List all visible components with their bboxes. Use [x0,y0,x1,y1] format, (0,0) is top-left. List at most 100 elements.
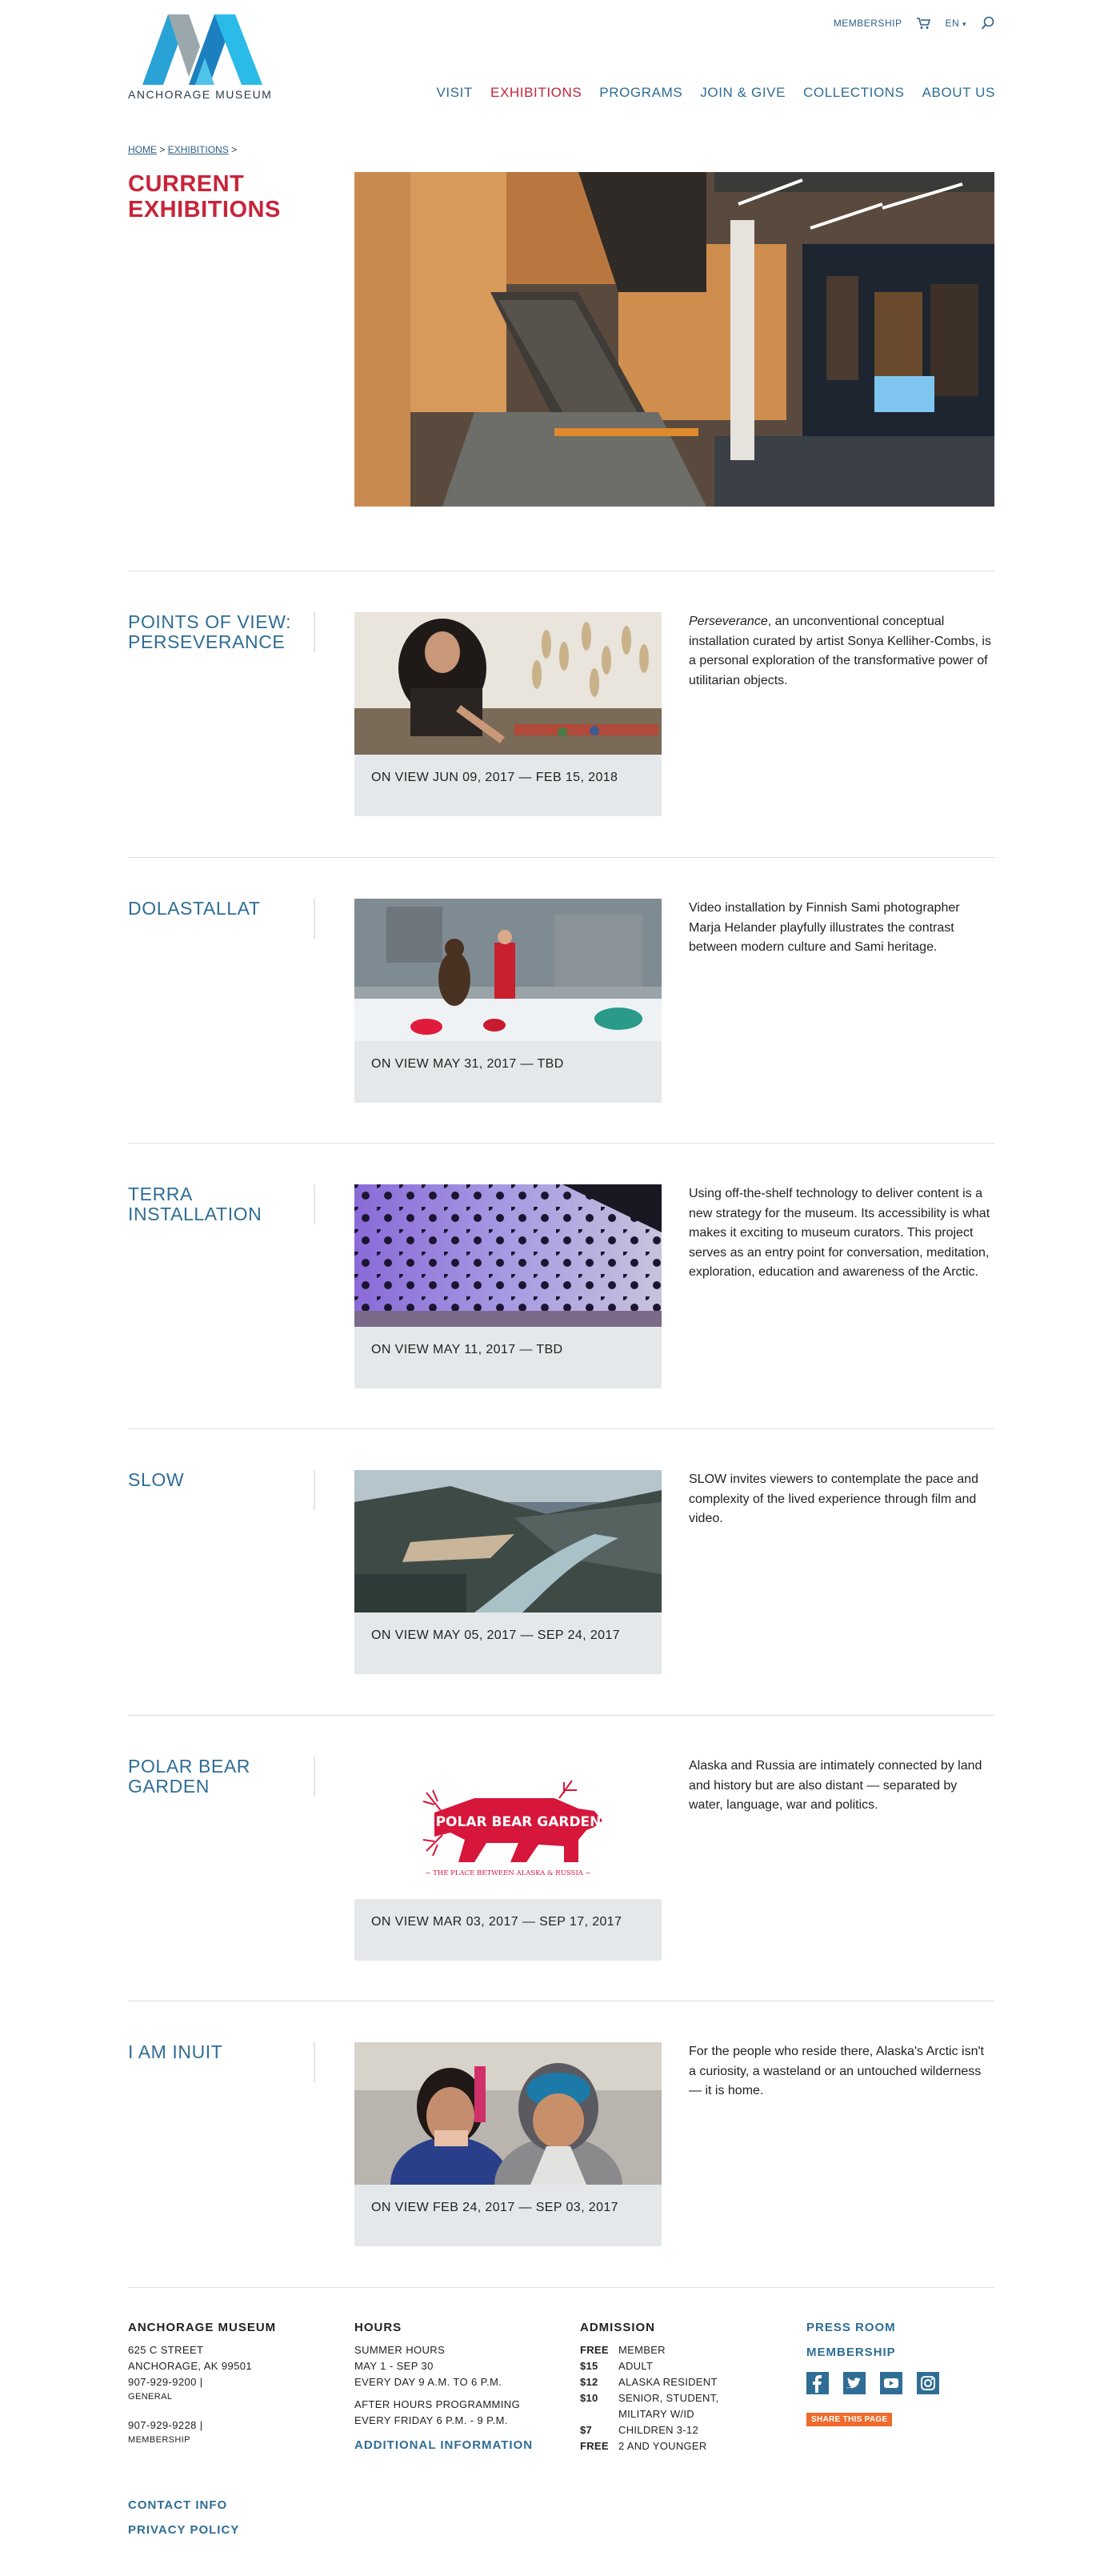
admission-row: $10 SENIOR, STUDENT, MILITARY W/ID [580,2390,788,2422]
footer-links: PRESS ROOM MEMBERSHIP SHARE THIS PAGE [806,2321,994,2426]
youtube-icon[interactable] [880,2372,902,2398]
on-view-dates: ON VIEW MAY 11, 2017 — TBD [371,1343,563,1356]
admission-row: $15 ADULT [580,2358,788,2374]
breadcrumb: HOME > EXHIBITIONS > [128,144,237,155]
exhibition-title[interactable]: POINTS OF VIEW: PERSEVERANCE [128,612,316,652]
title-rule [314,899,315,939]
section-divider [128,1428,994,1429]
footer-heading: ADMISSION [580,2321,656,2334]
footer-heading: ANCHORAGE MUSEUM [128,2321,277,2334]
exhibition-title[interactable]: SLOW [128,1470,316,1490]
on-view-dates: ON VIEW JUN 09, 2017 — FEB 15, 2018 [371,771,618,784]
admission-row: $7 CHILDREN 3-12 [580,2422,788,2438]
exhibition-card[interactable]: ON VIEW MAY 11, 2017 — TBD [354,1184,662,1388]
logo-text: ANCHORAGE MUSEUM [128,88,273,101]
membership-footer-link[interactable]: MEMBERSHIP [806,2346,994,2359]
exhibition-description: Perseverance, an unconventional conceptu… [689,612,994,691]
membership-link[interactable]: MEMBERSHIP [834,18,902,29]
nav-collections[interactable]: COLLECTIONS [803,85,905,101]
exhibition-image [354,1184,662,1327]
social-links [806,2372,994,2398]
page-title: CURRENT EXHIBITIONS [128,171,281,222]
exhibition-image [354,612,662,755]
nav-exhibitions[interactable]: EXHIBITIONS [490,85,582,101]
language-selector[interactable]: EN ▾ [945,18,966,29]
exhibition-item: POLAR BEAR GARDEN POLAR BEAR GARDEN ~ TH… [128,1757,994,1965]
hours-line: EVERY FRIDAY 6 P.M. - 9 P.M. [354,2414,508,2426]
exhibition-card[interactable]: POLAR BEAR GARDEN ~ THE PLACE BETWEEN AL… [354,1757,662,1961]
exhibition-item: SLOW ON VIEW MAY 05, 2017 — SEP 24, 2017… [128,1470,994,1678]
exhibition-card[interactable]: ON VIEW MAY 31, 2017 — TBD [354,899,662,1103]
on-view-dates: ON VIEW FEB 24, 2017 — SEP 03, 2017 [371,2201,618,2214]
cart-icon[interactable] [916,17,931,30]
admission-label: CHILDREN 3-12 [618,2424,698,2436]
exhibition-item: I AM INUIT ON VIEW FEB 24, 2017 — SEP 03… [128,2042,994,2250]
exhibition-title[interactable]: POLAR BEAR GARDEN [128,1757,316,1797]
nav-visit[interactable]: VISIT [436,85,473,101]
phone-membership[interactable]: 907-929-9228 | [128,2418,336,2434]
facebook-icon[interactable] [806,2372,829,2398]
admission-price: $15 [580,2360,598,2372]
chevron-down-icon: ▾ [962,20,966,28]
breadcrumb-separator: > [231,144,238,155]
exhibition-description: Using off-the-shelf technology to delive… [689,1187,990,1279]
section-divider [128,857,994,858]
exhibition-image [354,899,662,1041]
footer-hours: HOURS SUMMER HOURS MAY 1 - SEP 30 EVERY … [354,2321,562,2452]
language-label: EN [945,18,960,29]
admission-label: MEMBER [618,2344,666,2356]
admission-price: $12 [580,2376,598,2388]
admission-price: $10 [580,2392,598,2404]
section-divider [128,2287,994,2288]
exhibition-title[interactable]: TERRA INSTALLATION [128,1184,316,1224]
admission-row: $12 ALASKA RESIDENT [580,2374,788,2390]
breadcrumb-exhibitions[interactable]: EXHIBITIONS [168,144,229,155]
admission-row: FREE 2 AND YOUNGER [580,2438,788,2454]
privacy-policy-link[interactable]: PRIVACY POLICY [128,2523,239,2537]
share-page-button[interactable]: SHARE THIS PAGE [806,2413,893,2426]
hours-line: AFTER HOURS PROGRAMMING [354,2398,521,2410]
exhibition-card[interactable]: ON VIEW JUN 09, 2017 — FEB 15, 2018 [354,612,662,816]
exhibition-card[interactable]: ON VIEW FEB 24, 2017 — SEP 03, 2017 [354,2042,662,2246]
footer-bottom-links: CONTACT INFO PRIVACY POLICY [128,2498,239,2537]
search-icon[interactable] [981,16,995,30]
admission-price: FREE [580,2344,609,2356]
breadcrumb-home[interactable]: HOME [128,144,157,155]
nav-about-us[interactable]: ABOUT US [922,85,995,101]
exhibition-card[interactable]: ON VIEW MAY 05, 2017 — SEP 24, 2017 [354,1470,662,1674]
logo-subtitle: ~ THE PLACE BETWEEN ALASKA & RUSSIA ~ [425,1869,590,1877]
footer-museum-info: ANCHORAGE MUSEUM 625 C STREET ANCHORAGE,… [128,2321,336,2446]
exhibition-description: Alaska and Russia are intimately connect… [689,1759,982,1812]
exhibition-title[interactable]: I AM INUIT [128,2042,316,2062]
contact-info-link[interactable]: CONTACT INFO [128,2498,239,2512]
instagram-icon[interactable] [917,2372,939,2398]
exhibition-item: POINTS OF VIEW: PERSEVERANCE ON VIEW JUN… [128,612,994,820]
twitter-icon[interactable] [843,2372,866,2398]
footer-street: 625 C STREET [128,2344,204,2356]
museum-logo[interactable]: ANCHORAGE MUSEUM [128,14,272,104]
title-rule [314,2042,315,2082]
admission-label: ALASKA RESIDENT [618,2376,718,2388]
title-rule [314,1184,315,1224]
section-divider [128,1143,994,1144]
polar-bear-logo-icon: POLAR BEAR GARDEN ~ THE PLACE BETWEEN AL… [422,1780,602,1877]
nav-join-give[interactable]: JOIN & GIVE [700,85,786,101]
admission-label: SENIOR, STUDENT, MILITARY W/ID [618,2392,719,2420]
hero-image [354,172,994,507]
title-rule [314,1470,315,1510]
press-room-link[interactable]: PRESS ROOM [806,2321,994,2334]
exhibition-title[interactable]: DOLASTALLAT [128,899,316,919]
admission-price: $7 [580,2424,593,2436]
hours-line: EVERY DAY 9 A.M. TO 6 P.M. [354,2376,502,2388]
additional-info-link[interactable]: ADDITIONAL INFORMATION [354,2438,562,2452]
exhibition-image [354,1470,662,1613]
exhibition-image: POLAR BEAR GARDEN ~ THE PLACE BETWEEN AL… [354,1757,662,1899]
exhibition-description: SLOW invites viewers to contemplate the … [689,1472,978,1525]
exhibition-image [354,2042,662,2185]
hours-line: SUMMER HOURS [354,2344,446,2356]
footer-heading: HOURS [354,2321,402,2334]
phone-general[interactable]: 907-929-9200 | [128,2374,336,2390]
nav-programs[interactable]: PROGRAMS [599,85,682,101]
logo-title: POLAR BEAR GARDEN [436,1814,602,1830]
main-nav: VISIT EXHIBITIONS PROGRAMS JOIN & GIVE C… [436,85,995,101]
